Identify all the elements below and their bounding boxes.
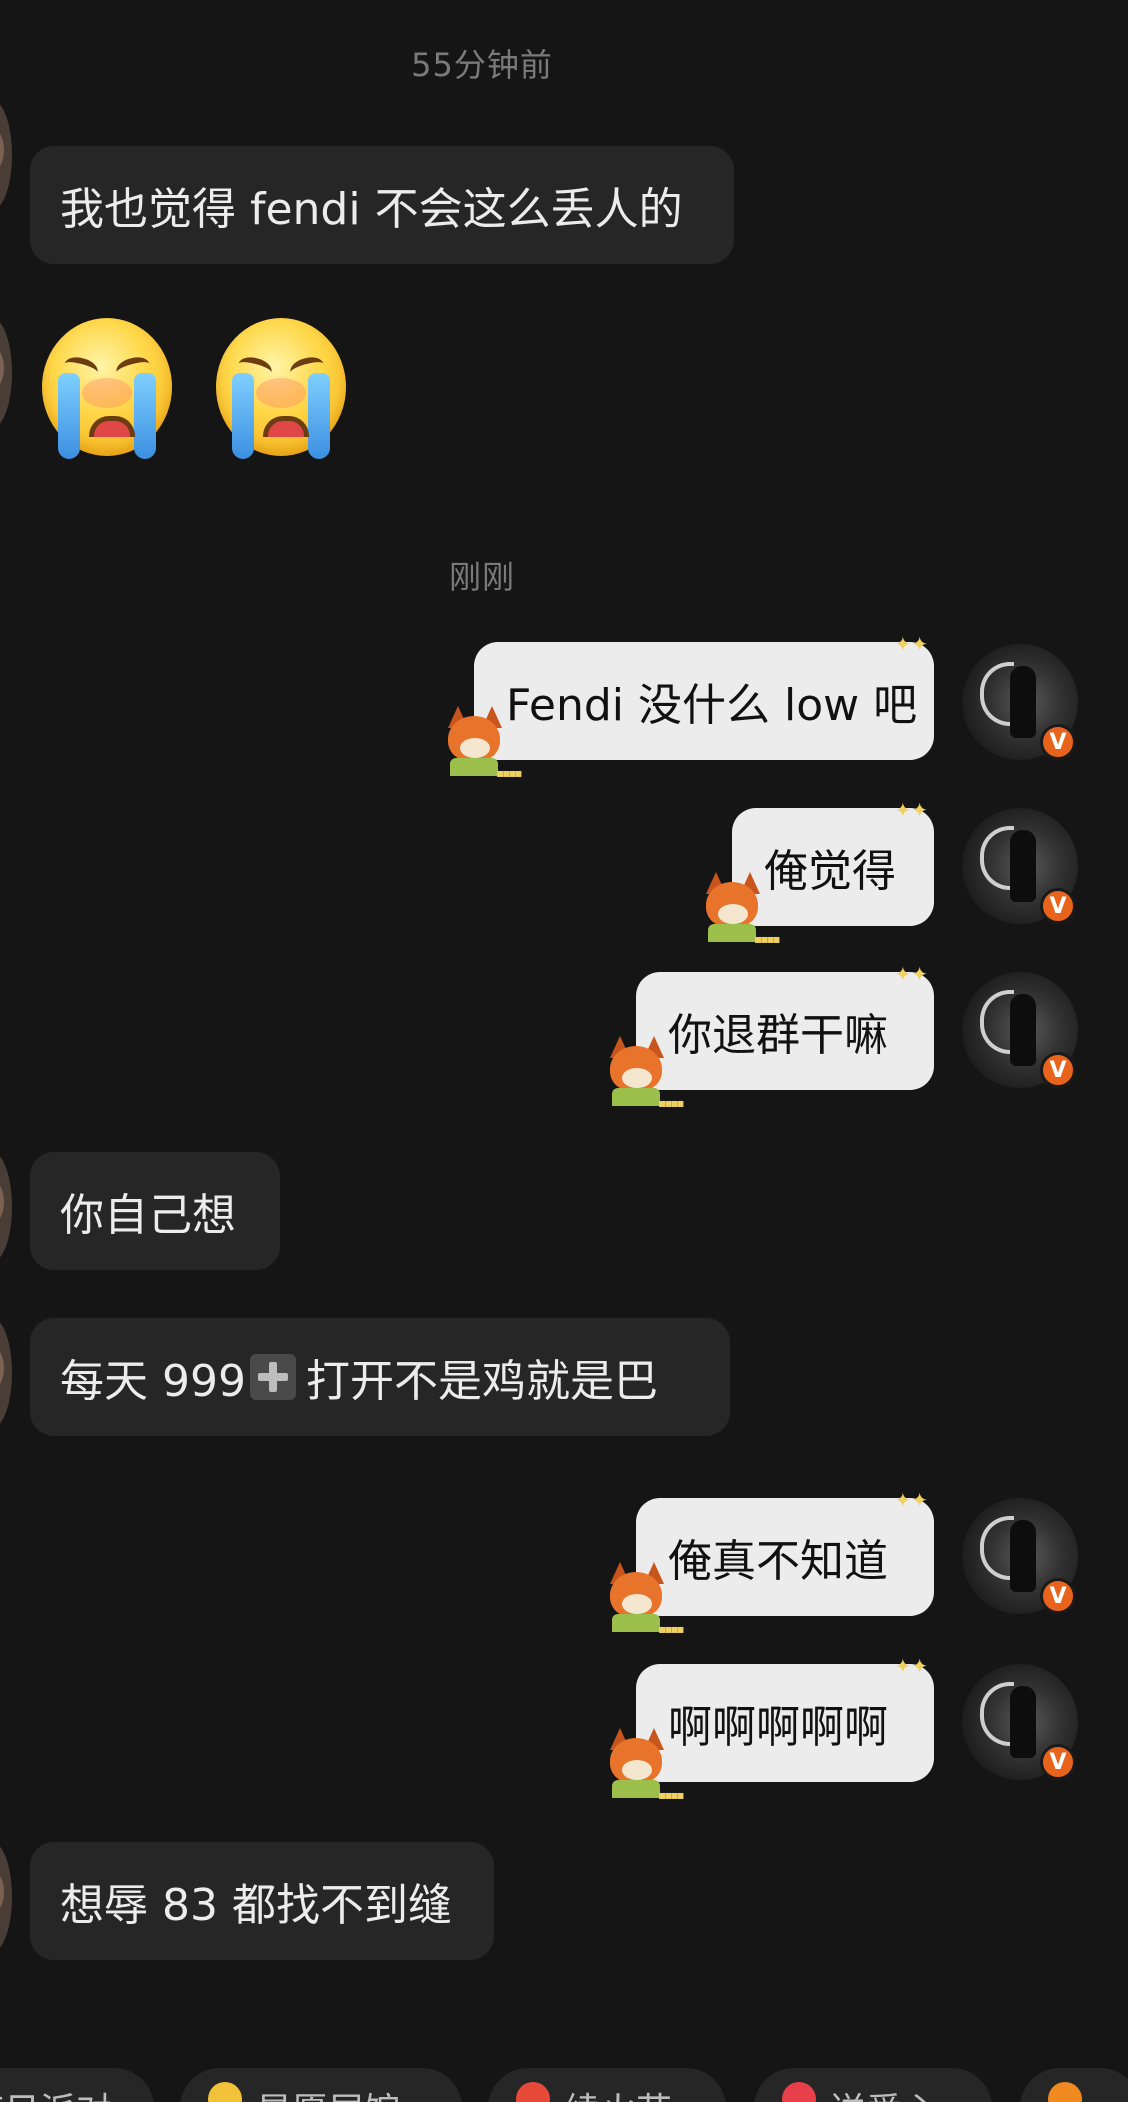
- sparkle-icon: ✦✦: [894, 1654, 928, 1678]
- message-bubble-incoming[interactable]: 想辱 83 都找不到缝: [30, 1842, 494, 1960]
- verified-badge-icon: V: [1040, 1744, 1076, 1780]
- chip-festival-party[interactable]: 节日派对: [0, 2068, 154, 2102]
- avatar[interactable]: [0, 318, 12, 428]
- fox-sticker-icon: ▪▪▪▪: [604, 1562, 684, 1636]
- avatar[interactable]: V: [962, 972, 1078, 1088]
- quick-action-bar: 节日派对 星愿展馆 续火花 送爱心: [0, 2068, 1128, 2102]
- message-text: 啊啊啊啊啊: [668, 1702, 888, 1753]
- avatar[interactable]: [0, 1152, 12, 1262]
- message-bubble-outgoing[interactable]: Fendi 没什么 low 吧 ✦✦: [474, 632, 934, 760]
- avatar[interactable]: [0, 100, 12, 210]
- message-bubble-outgoing[interactable]: 你退群干嘛 ✦✦: [636, 962, 934, 1090]
- emoji-icon: [1048, 2082, 1082, 2102]
- message-text: Fendi 没什么 low 吧: [506, 680, 918, 731]
- message-bubble-incoming[interactable]: 你自己想: [30, 1152, 280, 1270]
- chip-streak-fire[interactable]: 续火花: [488, 2068, 726, 2102]
- message-bubble-incoming[interactable]: 每天 999 打开不是鸡就是巴: [30, 1318, 730, 1436]
- message-text: 打开不是鸡就是巴: [305, 1356, 658, 1407]
- sparkle-icon: ✦✦: [894, 632, 928, 656]
- star-icon: [208, 2082, 242, 2102]
- plus-emoji-icon: [249, 1354, 296, 1400]
- message-text: 你退群干嘛: [668, 1010, 888, 1061]
- message-bubble-outgoing[interactable]: 俺真不知道 ✦✦: [636, 1488, 934, 1616]
- message-text: 我也觉得 fendi 不会这么丢人的: [60, 184, 683, 235]
- verified-badge-icon: V: [1040, 888, 1076, 924]
- crying-face-emoji[interactable]: [42, 318, 172, 459]
- avatar[interactable]: V: [962, 808, 1078, 924]
- chip-send-heart[interactable]: 送爱心: [754, 2068, 992, 2102]
- message-text: 想辱 83 都找不到缝: [60, 1880, 452, 1931]
- fox-sticker-icon: ▪▪▪▪: [700, 872, 780, 946]
- timestamp: 刚刚: [448, 558, 515, 596]
- sparkle-icon: ✦✦: [894, 798, 928, 822]
- fox-sticker-icon: ▪▪▪▪: [604, 1728, 684, 1802]
- message-bubble-outgoing[interactable]: 啊啊啊啊啊 ✦✦: [636, 1654, 934, 1782]
- chip-wish-gallery[interactable]: 星愿展馆: [180, 2068, 462, 2102]
- avatar[interactable]: [0, 1842, 12, 1952]
- avatar[interactable]: [0, 1318, 12, 1428]
- sparkle-icon: ✦✦: [894, 1488, 928, 1512]
- heart-icon: [782, 2082, 816, 2102]
- message-bubble-incoming[interactable]: 我也觉得 fendi 不会这么丢人的: [30, 146, 734, 264]
- timestamp: 55分钟前: [411, 46, 553, 84]
- message-text: 俺觉得: [764, 846, 896, 897]
- fox-sticker-icon: ▪▪▪▪: [442, 706, 522, 780]
- avatar[interactable]: V: [962, 1664, 1078, 1780]
- verified-badge-icon: V: [1040, 1578, 1076, 1614]
- fox-sticker-icon: ▪▪▪▪: [604, 1036, 684, 1110]
- avatar[interactable]: V: [962, 644, 1078, 760]
- message-text: 俺真不知道: [668, 1536, 888, 1587]
- message-text: 你自己想: [60, 1190, 236, 1241]
- message-text: 每天 999: [60, 1356, 246, 1407]
- fire-icon: [516, 2082, 550, 2102]
- verified-badge-icon: V: [1040, 1052, 1076, 1088]
- avatar[interactable]: V: [962, 1498, 1078, 1614]
- chip-more[interactable]: [1020, 2068, 1128, 2102]
- crying-face-emoji[interactable]: [216, 318, 346, 459]
- verified-badge-icon: V: [1040, 724, 1076, 760]
- sparkle-icon: ✦✦: [894, 962, 928, 986]
